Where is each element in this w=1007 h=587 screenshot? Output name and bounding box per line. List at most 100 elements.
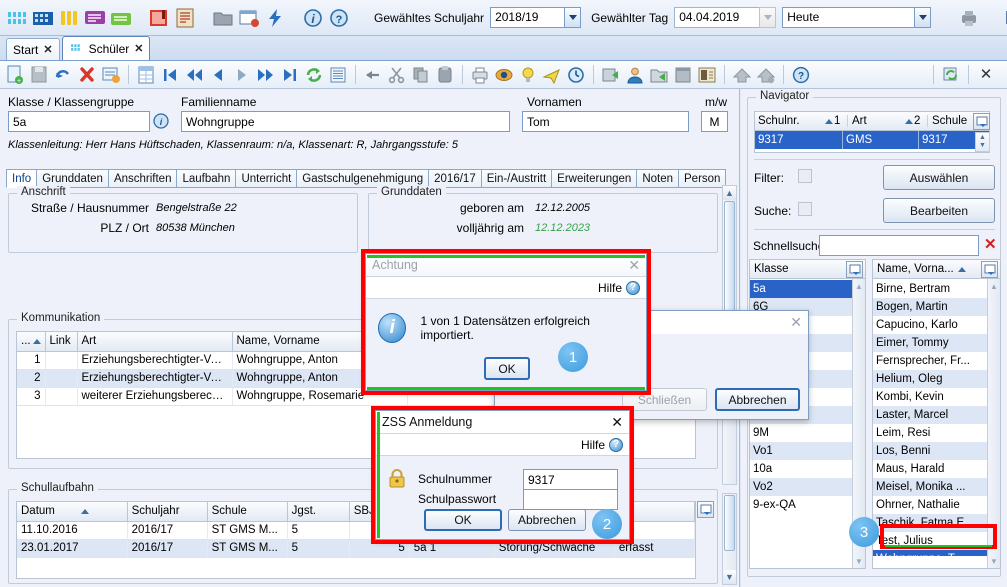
scroll-up-icon[interactable]: ▲ bbox=[723, 186, 736, 200]
next-page-icon[interactable] bbox=[255, 64, 277, 86]
undo-icon[interactable] bbox=[52, 64, 74, 86]
first-record-icon[interactable] bbox=[159, 64, 181, 86]
refresh-icon[interactable] bbox=[303, 64, 325, 86]
paste-icon[interactable] bbox=[434, 64, 456, 86]
filter-checkbox[interactable] bbox=[798, 169, 812, 183]
refresh-green-icon[interactable] bbox=[940, 64, 962, 86]
list-item[interactable]: Vo1 bbox=[750, 442, 852, 460]
list-item[interactable]: Leim, Resi bbox=[873, 424, 987, 442]
tab-unterricht[interactable]: Unterricht bbox=[235, 169, 298, 188]
chevron-down-icon[interactable] bbox=[564, 7, 582, 28]
col-schule[interactable]: Schule bbox=[207, 502, 288, 522]
schulpasswort-input[interactable] bbox=[523, 489, 618, 510]
tab-person[interactable]: Person bbox=[678, 169, 727, 188]
gender-input[interactable] bbox=[701, 111, 728, 132]
suche-checkbox[interactable] bbox=[798, 202, 812, 216]
list-item[interactable]: 5a bbox=[750, 280, 852, 298]
list-item-wohngruppe[interactable]: Wohngruppe, T... bbox=[873, 550, 987, 556]
save-icon[interactable] bbox=[28, 64, 50, 86]
scroll-up-icon[interactable]: ▲ bbox=[988, 279, 1000, 293]
familienname-input[interactable] bbox=[181, 111, 510, 132]
print-icon[interactable] bbox=[469, 64, 491, 86]
list-item[interactable]: 9M bbox=[750, 424, 852, 442]
col-art[interactable]: Art bbox=[77, 332, 233, 352]
klasse-input[interactable] bbox=[8, 111, 150, 132]
scroll-thumb[interactable] bbox=[724, 495, 735, 551]
prev-record-icon[interactable] bbox=[207, 64, 229, 86]
abbrechen-button[interactable]: Abbrechen bbox=[715, 388, 800, 411]
scroll-down-icon[interactable]: ▼ bbox=[853, 554, 865, 568]
scroll-down-icon[interactable]: ▼ bbox=[723, 570, 736, 584]
schulnummer-input[interactable] bbox=[523, 469, 618, 490]
list-icon[interactable] bbox=[327, 64, 349, 86]
achtung-dialog[interactable]: Achtung ✕ Hilfe ? i 1 von 1 Datensätzen … bbox=[365, 253, 647, 391]
list-item[interactable]: Meisel, Monika ... bbox=[873, 478, 987, 496]
list-item[interactable]: Kombi, Kevin bbox=[873, 388, 987, 406]
close-icon[interactable]: ✕ bbox=[628, 257, 640, 274]
clear-x-icon[interactable]: ✕ bbox=[984, 235, 997, 253]
list-item[interactable]: Vo2 bbox=[750, 478, 852, 496]
list-item[interactable]: Helium, Oleg bbox=[873, 370, 987, 388]
col-datum[interactable]: Datum bbox=[17, 502, 128, 522]
list-item[interactable]: Fernsprecher, Fr... bbox=[873, 352, 987, 370]
report-icon[interactable] bbox=[173, 6, 197, 30]
info-icon[interactable]: i bbox=[153, 113, 169, 132]
people-group-icon[interactable] bbox=[5, 6, 29, 30]
ok-button[interactable]: OK bbox=[484, 357, 530, 380]
name-list[interactable]: Name, Vorna... Birne, Bertram Bogen, Mar… bbox=[872, 259, 1001, 569]
tab-anschriften[interactable]: Anschriften bbox=[107, 169, 178, 188]
book-red-icon[interactable] bbox=[147, 6, 171, 30]
lightbulb-icon[interactable] bbox=[517, 64, 539, 86]
col-schuljahr[interactable]: Schuljahr bbox=[127, 502, 208, 522]
help-icon[interactable]: ? bbox=[327, 6, 351, 30]
new-document-icon[interactable]: + bbox=[4, 64, 26, 86]
tab-schueler[interactable]: Schüler ✕ bbox=[61, 36, 151, 60]
message-green-icon[interactable] bbox=[109, 6, 133, 30]
chevron-down-icon[interactable] bbox=[914, 7, 932, 28]
lightning-icon[interactable] bbox=[263, 6, 287, 30]
list-item[interactable]: 9-ex-QA bbox=[750, 496, 852, 514]
schliessen-button[interactable]: Schließen bbox=[622, 388, 707, 411]
list-item[interactable]: Birne, Bertram bbox=[873, 280, 987, 298]
back-arrow-icon[interactable] bbox=[362, 64, 384, 86]
window-close-icon[interactable] bbox=[237, 6, 261, 30]
list-item-test-julius[interactable]: Test, Julius bbox=[873, 532, 987, 550]
up-arrow-icon[interactable] bbox=[731, 64, 753, 86]
list-item[interactable]: Maus, Harald bbox=[873, 460, 987, 478]
close-icon[interactable]: ✕ bbox=[611, 414, 623, 431]
hilfe-label[interactable]: Hilfe bbox=[581, 438, 605, 452]
list-item[interactable]: Capucino, Karlo bbox=[873, 316, 987, 334]
send-icon[interactable] bbox=[541, 64, 563, 86]
copy-icon[interactable] bbox=[410, 64, 432, 86]
tab-start[interactable]: Start ✕ bbox=[6, 38, 60, 60]
list-item[interactable]: Bogen, Martin bbox=[873, 298, 987, 316]
list-item[interactable]: 10a bbox=[750, 460, 852, 478]
close-icon[interactable]: ✕ bbox=[43, 43, 52, 56]
close-icon[interactable]: ✕ bbox=[134, 42, 143, 55]
form-scrollbar-lower[interactable]: ▼ bbox=[722, 493, 737, 585]
list-item[interactable]: Ohrner, Nathalie bbox=[873, 496, 987, 514]
help-icon[interactable]: ? bbox=[790, 64, 812, 86]
window-icon[interactable] bbox=[672, 64, 694, 86]
preview-icon[interactable] bbox=[493, 64, 515, 86]
day-combo[interactable]: 04.04.2019 bbox=[674, 7, 777, 28]
tab-ein-austritt[interactable]: Ein-/Austritt bbox=[480, 169, 553, 188]
prev-page-icon[interactable] bbox=[183, 64, 205, 86]
last-record-icon[interactable] bbox=[279, 64, 301, 86]
info-icon[interactable]: i bbox=[301, 6, 325, 30]
table-icon[interactable] bbox=[135, 64, 157, 86]
table-row[interactable]: 23.01.2017 2016/17 ST GMS M... 5 5 5a 1 … bbox=[17, 539, 695, 558]
help-icon[interactable]: ? bbox=[609, 437, 623, 452]
folder-gray-icon[interactable] bbox=[211, 6, 235, 30]
name-list-scrollbar[interactable]: ▲ ▼ bbox=[987, 279, 1000, 568]
schoolyear-combo[interactable]: 2018/19 bbox=[490, 7, 582, 28]
ok-button[interactable]: OK bbox=[424, 509, 502, 531]
delete-icon[interactable] bbox=[76, 64, 98, 86]
scroll-up-icon[interactable]: ▲ bbox=[853, 279, 865, 293]
col-link[interactable]: Link bbox=[45, 332, 78, 352]
school-row[interactable]: 9317 GMS 9317 bbox=[755, 131, 989, 149]
printer-gray-icon[interactable] bbox=[957, 6, 981, 30]
list-item[interactable]: Los, Benni bbox=[873, 442, 987, 460]
clock-icon[interactable] bbox=[565, 64, 587, 86]
schnellsuche-input[interactable] bbox=[819, 235, 979, 256]
